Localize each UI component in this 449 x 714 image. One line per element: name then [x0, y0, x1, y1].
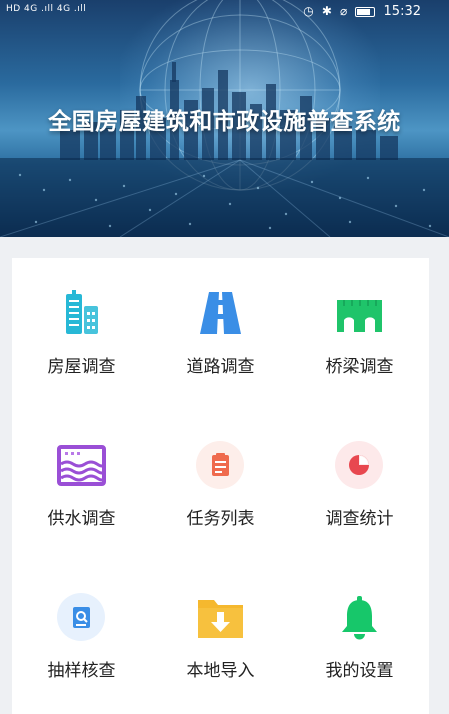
menu-item-label: 本地导入: [186, 661, 255, 680]
local-import-folder-icon: [195, 592, 246, 643]
alarm-icon: ◷: [303, 4, 314, 18]
water-supply-icon: [56, 440, 107, 491]
menu-grid: 房屋调查 道路调查 桥梁调查 供水调查 任务列表 调查统计 抽样核查 本地导入 …: [12, 258, 429, 714]
menu-item-label: 房屋调查: [47, 357, 116, 376]
app-title: 全国房屋建筑和市政设施普查系统: [48, 109, 401, 135]
battery-icon: [355, 6, 376, 17]
building-icon: [56, 288, 107, 339]
menu-item-road-survey[interactable]: 道路调查: [151, 258, 290, 410]
statistics-pie-icon: [334, 440, 385, 491]
bluetooth-icon: ✱: [321, 4, 332, 18]
menu-item-water-supply-survey[interactable]: 供水调查: [12, 410, 151, 562]
bell-settings-icon: [334, 592, 385, 643]
menu-item-label: 供水调查: [47, 509, 116, 528]
status-bar: HD 4G .ıll 4G .ıll ◷ ✱ ⌀ 15:32: [0, 0, 449, 24]
menu-item-label: 道路调查: [186, 357, 255, 376]
menu-item-my-settings[interactable]: 我的设置: [290, 562, 429, 714]
menu-item-label: 任务列表: [186, 509, 255, 528]
app-screen: HD 4G .ıll 4G .ıll ◷ ✱ ⌀ 15:32 全国房屋建筑和市政…: [0, 0, 449, 714]
task-list-icon: [195, 440, 246, 491]
menu-item-task-list[interactable]: 任务列表: [151, 410, 290, 562]
clock-time: 15:32: [383, 4, 421, 19]
menu-item-bridge-survey[interactable]: 桥梁调查: [290, 258, 429, 410]
menu-item-survey-statistics[interactable]: 调查统计: [290, 410, 429, 562]
header-banner: HD 4G .ıll 4G .ıll ◷ ✱ ⌀ 15:32 全国房屋建筑和市政…: [0, 0, 449, 237]
menu-item-label: 桥梁调查: [325, 357, 394, 376]
menu-item-local-import[interactable]: 本地导入: [151, 562, 290, 714]
menu-item-label: 我的设置: [325, 661, 394, 680]
menu-item-house-survey[interactable]: 房屋调查: [12, 258, 151, 410]
road-icon: [195, 288, 246, 339]
signal-status: HD 4G .ıll 4G .ıll: [6, 4, 87, 14]
menu-item-label: 抽样核查: [47, 661, 116, 680]
bridge-icon: [334, 288, 385, 339]
status-right-group: ◷ ✱ ⌀ 15:32: [303, 4, 421, 19]
mute-icon: ⌀: [340, 4, 348, 18]
menu-item-sample-check[interactable]: 抽样核查: [12, 562, 151, 714]
menu-item-label: 调查统计: [325, 509, 394, 528]
sample-check-icon: [56, 592, 107, 643]
